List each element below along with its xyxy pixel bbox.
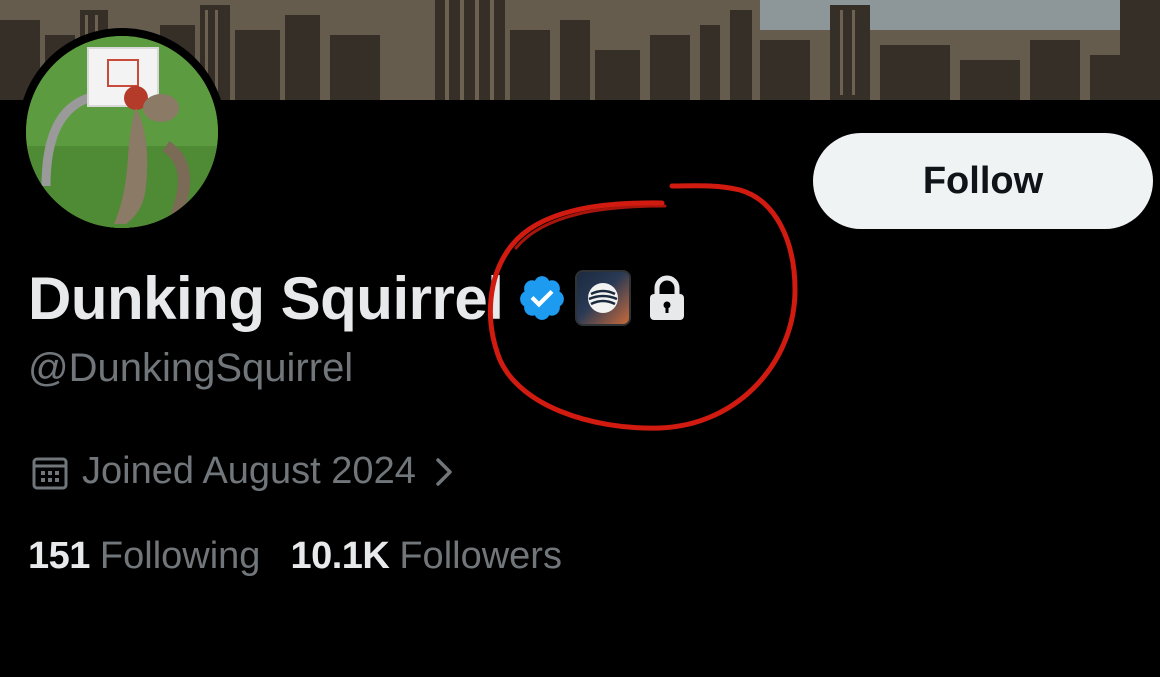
calendar-icon <box>30 452 70 492</box>
follow-stats: 151 Following 10.1K Followers <box>28 535 562 578</box>
following-count: 151 <box>28 535 90 577</box>
following-link[interactable]: 151 Following <box>28 535 260 578</box>
followers-count: 10.1K <box>290 535 390 577</box>
profile-avatar[interactable] <box>18 28 226 236</box>
followers-label: Followers <box>399 535 562 577</box>
avatar-image <box>26 36 218 228</box>
profile-handle: @DunkingSquirrel <box>28 346 354 390</box>
verified-checkmark-icon[interactable] <box>517 273 567 323</box>
chevron-right-icon[interactable] <box>430 454 458 490</box>
followers-link[interactable]: 10.1K Followers <box>290 535 562 578</box>
joined-date-row[interactable]: Joined August 2024 <box>30 450 458 493</box>
lock-icon <box>645 273 689 323</box>
display-name: Dunking Squirrel <box>28 264 504 332</box>
following-label: Following <box>99 535 261 577</box>
affiliate-badge-icon[interactable] <box>575 270 632 326</box>
follow-button[interactable]: Follow <box>813 133 1153 229</box>
name-row: Dunking Squirrel <box>28 258 689 338</box>
joined-date: Joined August 2024 <box>82 450 416 492</box>
